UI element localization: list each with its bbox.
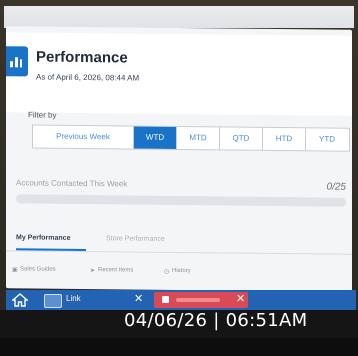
close-icon[interactable]: ✕ (236, 292, 245, 305)
quick-links: ▣ Sales Guides ➤ Recent Items ◷ History (6, 266, 352, 282)
taskbar-link-tab[interactable]: Link (42, 292, 130, 308)
filter-option-htd[interactable]: HTD (263, 127, 306, 151)
filter-option-mtd[interactable]: MTD (177, 126, 220, 150)
close-icon[interactable]: ✕ (134, 292, 143, 305)
monitor-base (0, 338, 358, 356)
accounts-progress-bar (16, 194, 346, 207)
tab-my-performance[interactable]: My Performance (16, 234, 70, 242)
performance-tabs: My Performance Store Performance (6, 232, 352, 255)
filter-option-previous-week[interactable]: Previous Week (33, 125, 134, 149)
taskbar-link-label: Link (66, 294, 81, 303)
taskbar: Link ✕ ✕ (6, 290, 356, 310)
page-title: Performance (36, 48, 128, 67)
filter-option-wtd[interactable]: WTD (134, 126, 177, 149)
taskbar-active-app-tab[interactable] (154, 292, 248, 308)
bar-chart-icon (10, 57, 22, 68)
tab-store-performance[interactable]: Store Performance (106, 235, 165, 243)
home-icon[interactable] (12, 293, 28, 307)
accounts-contacted-count: 0/25 (326, 181, 346, 193)
link-sales-guides[interactable]: Sales Guides (20, 266, 56, 272)
camera-timestamp: 04/06/26 | 06:51AM (124, 310, 308, 331)
link-logo-icon (44, 294, 62, 308)
filter-option-ytd[interactable]: YTD (306, 128, 348, 150)
clock-icon: ◷ (164, 268, 170, 275)
filter-label: Filter by (28, 110, 57, 120)
link-history[interactable]: History (172, 268, 191, 274)
accounts-contacted-label: Accounts Contacted This Week (16, 178, 128, 189)
link-recent-items[interactable]: Recent Items (98, 267, 133, 273)
app-screen: Performance As of April 6, 2026, 08:44 A… (6, 26, 352, 292)
book-icon: ▣ (12, 267, 18, 274)
app-tab-label-blurred (176, 298, 220, 302)
window-top-chrome (4, 6, 354, 28)
filter-segmented-control: Previous Week WTD MTD QTD HTD YTD (32, 124, 350, 152)
active-tab-indicator (16, 248, 86, 252)
performance-app-icon (6, 46, 28, 77)
page-subtitle: As of April 6, 2026, 08:44 AM (36, 72, 140, 83)
app-dot-icon (162, 296, 169, 303)
pin-icon: ➤ (90, 268, 96, 275)
header-card: Performance As of April 6, 2026, 08:44 A… (6, 32, 352, 116)
filter-option-qtd[interactable]: QTD (220, 127, 263, 150)
